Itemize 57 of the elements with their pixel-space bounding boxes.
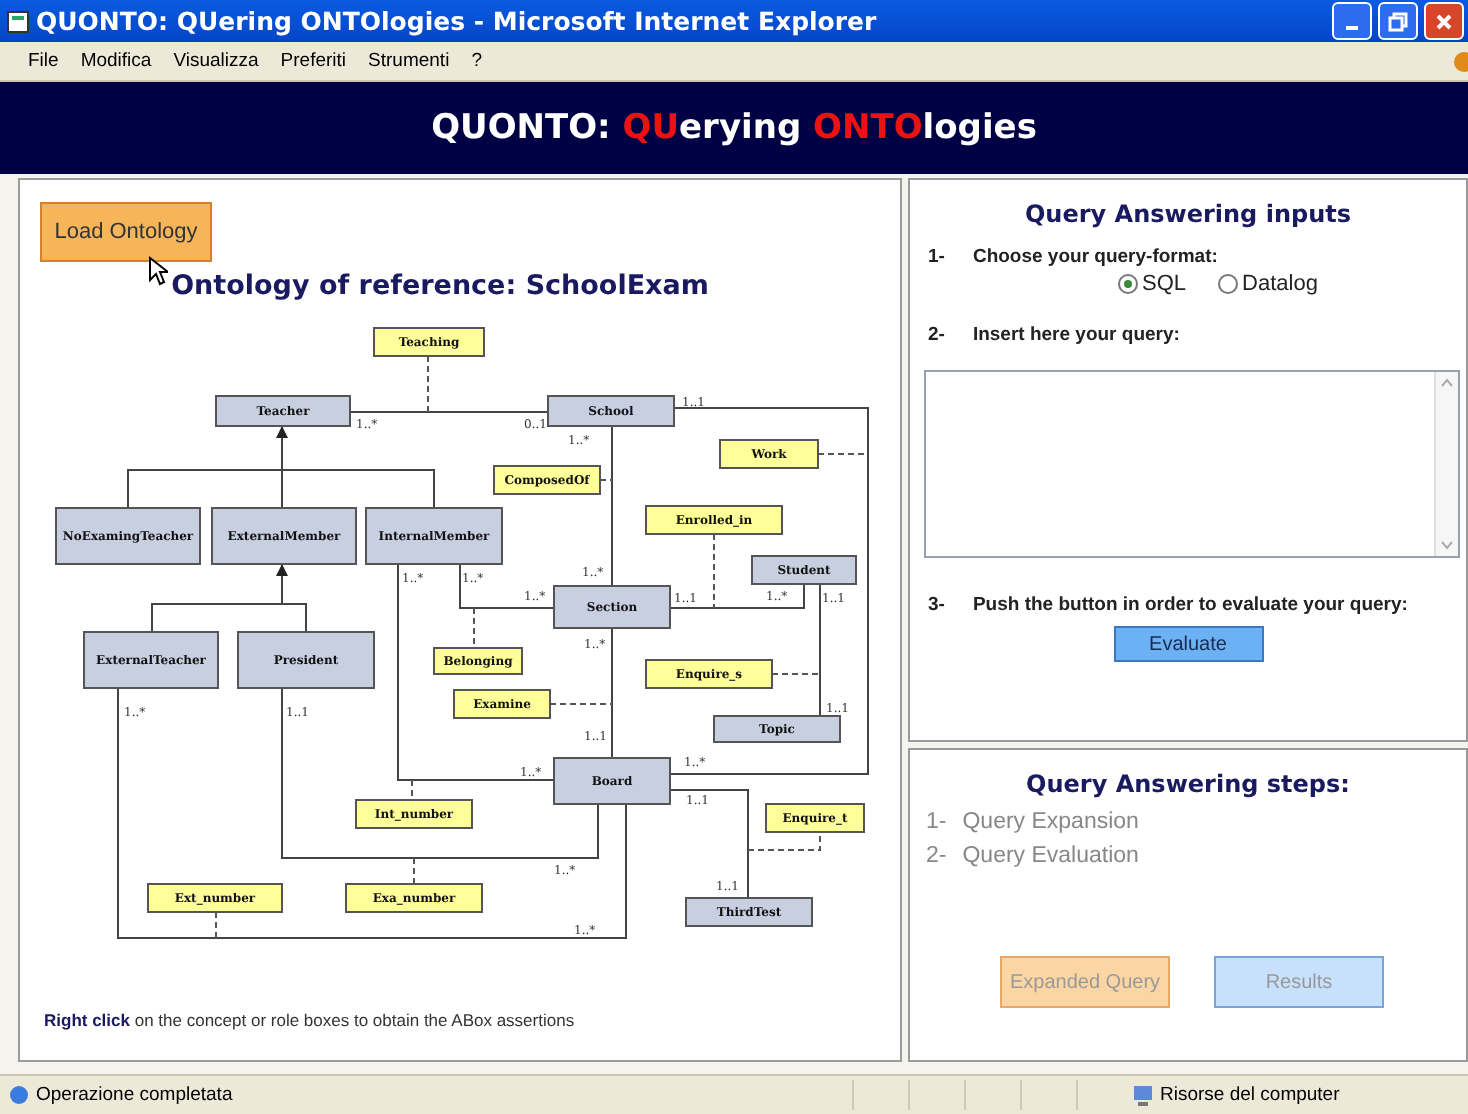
step-number: 2- [928,324,945,346]
dashed-connector [713,533,715,609]
menu-item[interactable]: Visualizza [173,50,259,72]
step-number: 1- [926,810,947,834]
step-text: Choose your query-format: [972,246,1218,268]
dashed-connector [413,857,415,885]
ontology-title: Ontology of reference: SchoolExam [171,270,709,302]
dashed-connector [771,673,821,675]
mouse-cursor-icon [148,256,168,286]
inheritance-arrow [276,425,288,509]
dashed-connector [473,607,475,649]
step-text: Query Evaluation [962,844,1139,868]
evaluate-button[interactable]: Evaluate [1113,626,1263,662]
dashed-connector [549,703,613,705]
dashed-connector [215,911,217,939]
inputs-title: Query Answering inputs [1022,200,1353,228]
close-icon [1436,13,1452,29]
steps-title: Query Answering steps: [1024,770,1352,798]
load-ontology-button[interactable]: Load Ontology [40,202,212,262]
page-icon [6,9,30,33]
maximize-button[interactable] [1378,2,1418,40]
instruction-text: Right click on the concept or role boxes to obtain the ABox assertions [44,1010,577,1030]
step-text: Query Expansion [962,810,1139,834]
dashed-connector [817,453,869,455]
step-number: 3- [928,594,945,616]
page-icon [8,1084,30,1106]
computer-icon [1132,1083,1154,1107]
radio-icon[interactable] [1218,274,1239,294]
menu-item[interactable]: ? [471,50,482,72]
dashed-connector [411,779,413,801]
format-radio[interactable]: Datalog [1218,272,1318,296]
step-number: 1- [928,246,945,268]
menu-item[interactable]: File [28,50,59,72]
page-title: QUONTO: QUerying ONTOlogies [431,108,1037,148]
step-number: 2- [926,844,947,868]
restore-icon [1388,11,1408,31]
inheritance-arrow [276,563,288,605]
dashed-connector [427,355,429,413]
minimize-button[interactable] [1332,2,1372,40]
window-title: QUONTO: QUering ONTOlogies - Microsoft Internet Explorer [36,6,879,36]
dashed-connector [747,831,821,851]
format-radio[interactable]: SQL [1118,272,1187,296]
menu-item[interactable]: Preferiti [280,50,347,72]
minimize-icon [1346,26,1358,30]
scroll-bar[interactable] [1434,372,1458,556]
zone-text: Risorse del computer [1160,1084,1342,1106]
step-text: Insert here your query: [972,324,1180,346]
close-button[interactable] [1424,2,1464,40]
menu-item[interactable]: Modifica [80,50,152,72]
menu-item[interactable]: Strumenti [368,50,450,72]
query-input-field[interactable] [924,370,1460,558]
step-text: Push the button in order to evaluate your query: [972,594,1408,616]
radio-icon[interactable] [1118,274,1139,294]
status-message: Operazione completata [36,1084,235,1106]
association-line [669,789,749,899]
browser-logo-icon [1448,48,1468,74]
dashed-connector [599,479,613,481]
